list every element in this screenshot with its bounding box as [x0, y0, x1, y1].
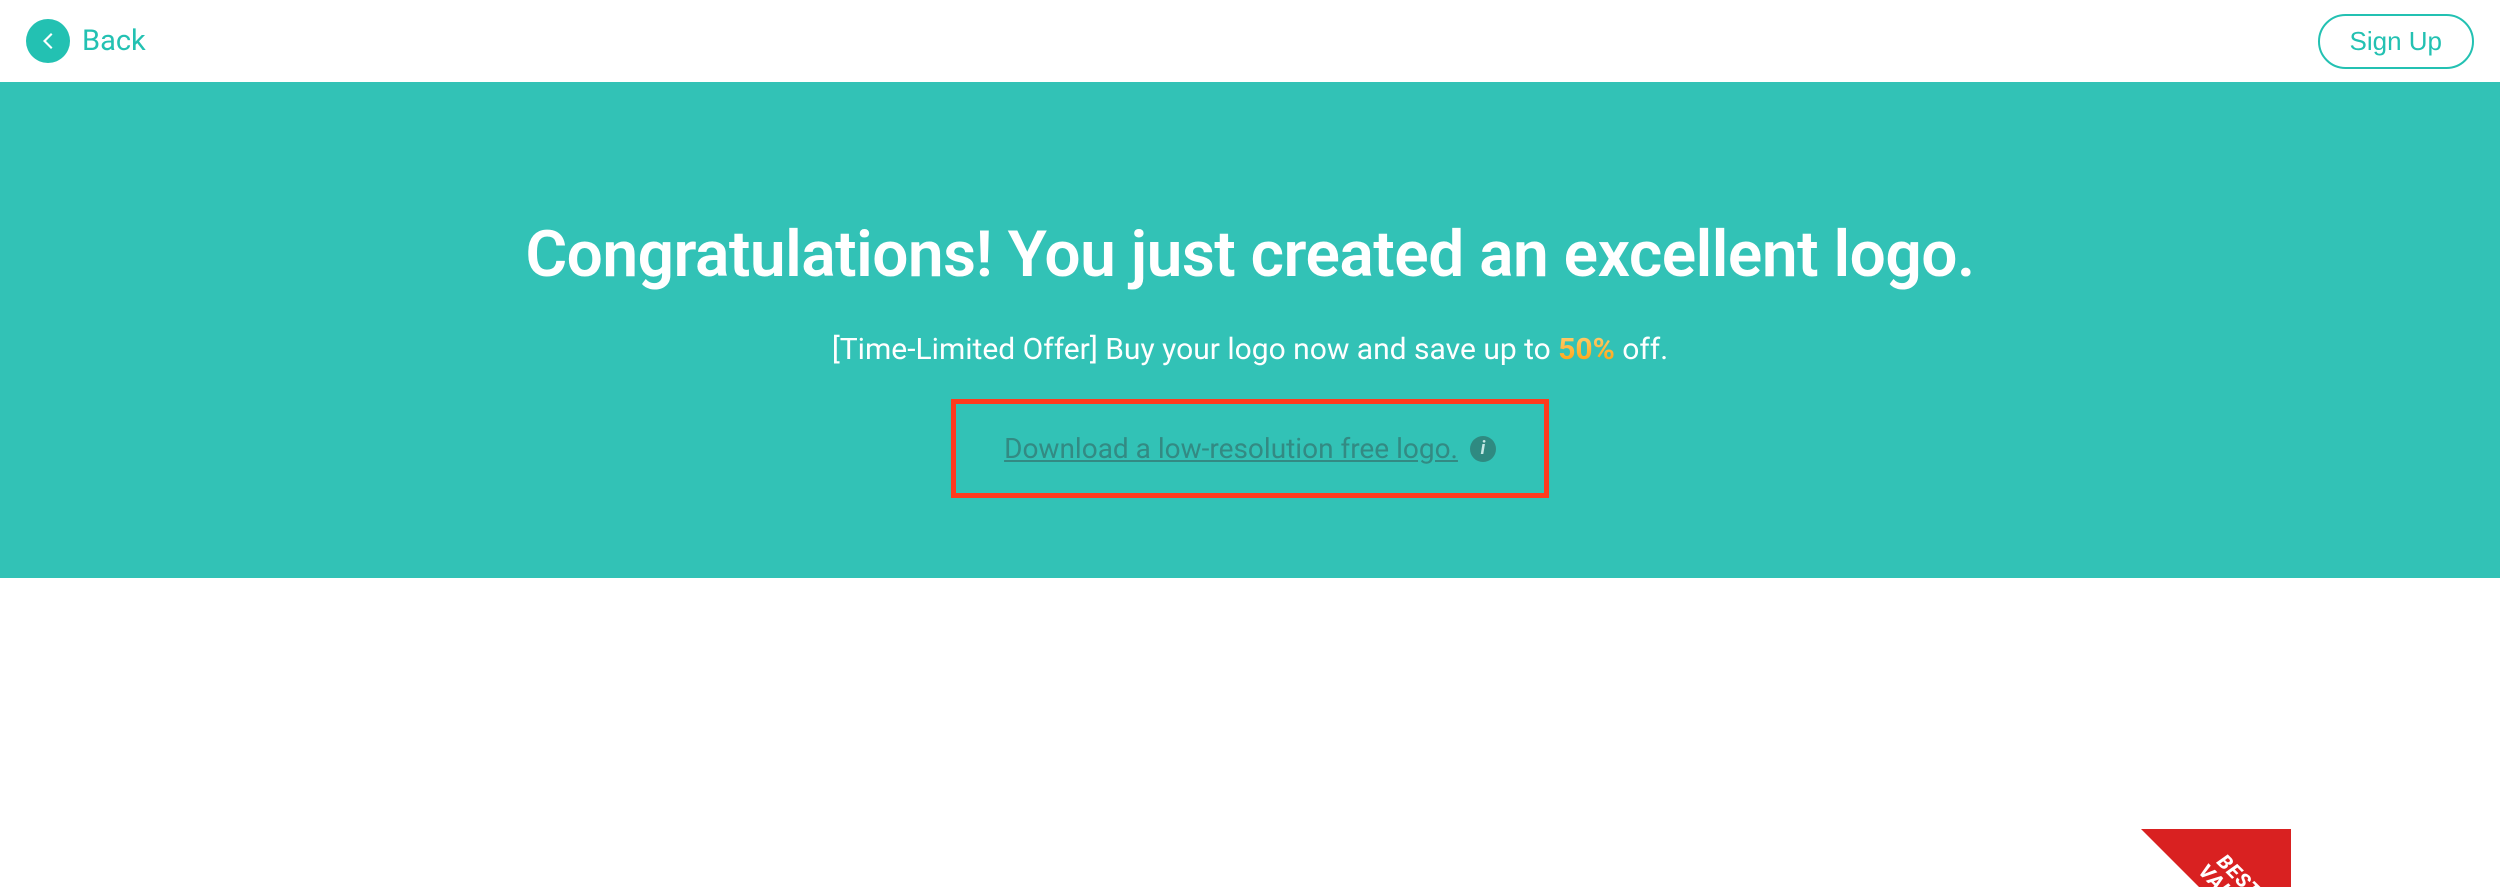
plan-basic-label: BASIC: [1153, 882, 1239, 887]
top-header: Back Sign Up: [0, 0, 2500, 82]
plans-row: BASIC PLUS BEST VALUE: [101, 829, 2399, 887]
hero-subtitle: [Time-Limited Offer] Buy your logo now a…: [0, 332, 2500, 367]
best-value-text: BEST VALUE: [2172, 829, 2291, 887]
hero-section: Congratulations! You just created an exc…: [0, 82, 2500, 887]
subtitle-prefix: [Time-Limited Offer] Buy your logo now a…: [832, 332, 1558, 367]
download-highlight-box: Download a low-resolution free logo. i: [951, 399, 1549, 498]
subtitle-suffix: off.: [1615, 332, 1668, 367]
download-free-logo-link[interactable]: Download a low-resolution free logo.: [1004, 432, 1458, 465]
info-icon[interactable]: i: [1470, 436, 1496, 462]
plan-card-basic[interactable]: BASIC: [831, 829, 1561, 887]
logo-preview-card: [101, 829, 831, 887]
discount-badge: 50%: [1558, 332, 1615, 367]
back-link[interactable]: Back: [26, 19, 146, 63]
hero-banner: Congratulations! You just created an exc…: [0, 82, 2500, 578]
hero-title: Congratulations! You just created an exc…: [0, 217, 2500, 292]
plan-card-plus[interactable]: PLUS BEST VALUE: [1561, 829, 2291, 887]
arrow-left-icon: [26, 19, 70, 63]
best-value-ribbon: BEST VALUE: [2141, 829, 2291, 887]
sign-up-button[interactable]: Sign Up: [2318, 14, 2475, 69]
plan-plus-label: PLUS: [1889, 882, 1962, 887]
back-label: Back: [82, 24, 146, 58]
